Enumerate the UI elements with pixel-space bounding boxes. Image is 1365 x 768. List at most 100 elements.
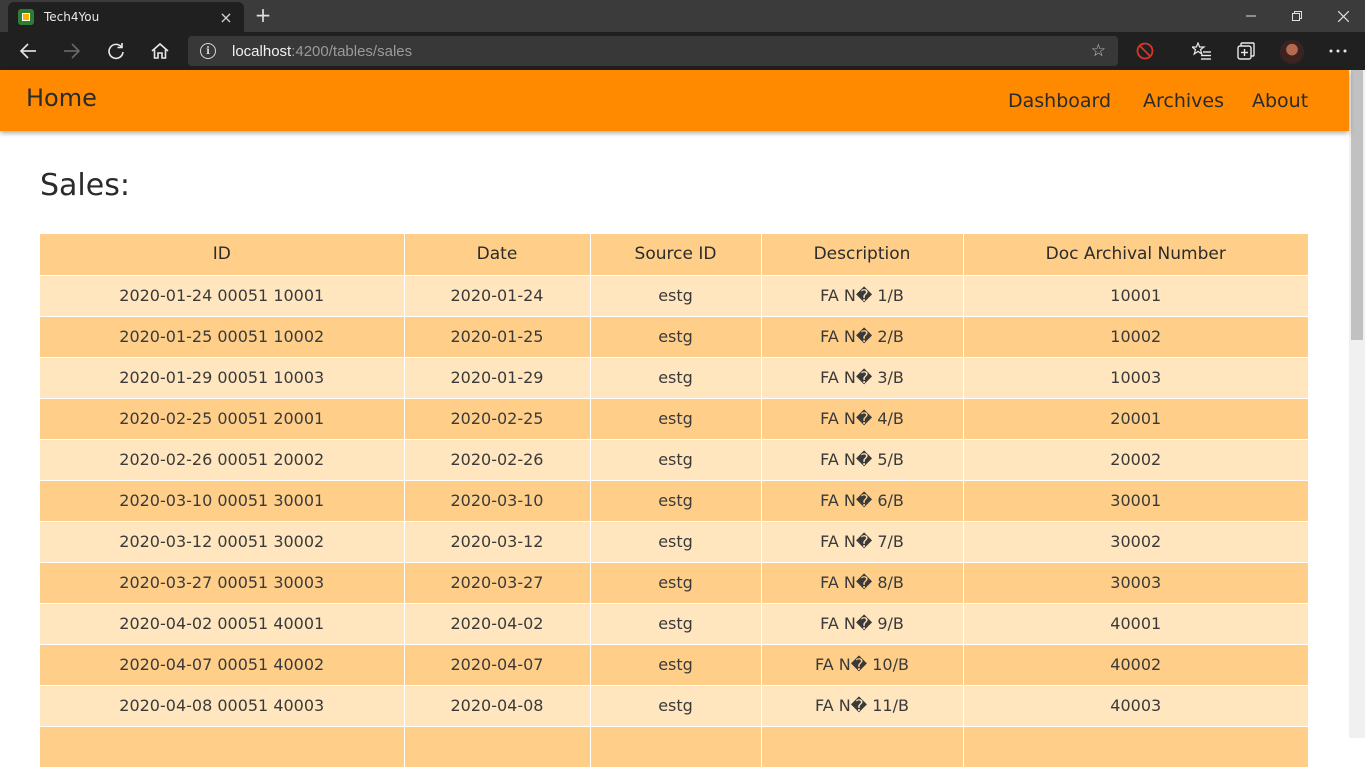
cell-id: 2020-01-24 00051 10001: [40, 275, 405, 317]
cell-date: 2020-04-02: [404, 603, 591, 645]
cell-source-id: estg: [590, 357, 762, 399]
sales-table: ID Date Source ID Description Doc Archiv…: [40, 234, 1308, 768]
cell-date: 2020-03-27: [404, 562, 591, 604]
favorites-list-icon[interactable]: [1190, 39, 1214, 63]
forward-arrow-icon[interactable]: [60, 39, 84, 63]
back-arrow-icon[interactable]: [16, 39, 40, 63]
table-row: 2020-04-02 00051 40001 2020-04-02 estg FA N…: [40, 603, 1308, 645]
refresh-icon[interactable]: [104, 39, 128, 63]
cell-description: FA N� 8/B: [761, 562, 964, 604]
cell-description: FA N� 9/B: [761, 603, 964, 645]
home-brand-link[interactable]: Home: [26, 84, 97, 112]
cell-source-id: estg: [590, 685, 762, 727]
cell-doc-archival-number: 30001: [963, 480, 1308, 522]
extension-blocker-icon[interactable]: [1133, 39, 1157, 63]
column-header-id: ID: [40, 234, 405, 276]
close-icon: [1337, 10, 1349, 22]
nav-link-archives[interactable]: Archives: [1143, 90, 1224, 112]
scrollbar-thumb[interactable]: [1351, 70, 1363, 340]
home-icon[interactable]: [148, 39, 172, 63]
page-scrollbar[interactable]: [1349, 70, 1365, 738]
minimize-window-button[interactable]: [1228, 0, 1274, 32]
cell-date: 2020-03-12: [404, 521, 591, 563]
cell-id: 2020-01-25 00051 10002: [40, 316, 405, 358]
cell-date: [404, 726, 591, 768]
app-favicon-icon: [18, 9, 34, 25]
cell-description: FA N� 3/B: [761, 357, 964, 399]
cell-id: 2020-01-29 00051 10003: [40, 357, 405, 399]
column-header-description: Description: [761, 234, 964, 276]
cell-description: [761, 726, 964, 768]
app-navbar: Home Dashboard Archives About: [0, 70, 1349, 131]
table-row: 2020-01-29 00051 10003 2020-01-29 estg FA N…: [40, 357, 1308, 399]
sales-table-container: ID Date Source ID Description Doc Archiv…: [40, 234, 1308, 768]
table-row: 2020-04-07 00051 40002 2020-04-07 estg FA N…: [40, 644, 1308, 686]
table-header-row: ID Date Source ID Description Doc Archiv…: [40, 234, 1308, 276]
restore-window-button[interactable]: [1274, 0, 1320, 32]
table-row: 2020-03-12 00051 30002 2020-03-12 estg FA N…: [40, 521, 1308, 563]
cell-id: [40, 726, 405, 768]
cell-doc-archival-number: 10001: [963, 275, 1308, 317]
cell-id: 2020-04-02 00051 40001: [40, 603, 405, 645]
cell-date: 2020-04-08: [404, 685, 591, 727]
more-options-icon[interactable]: [1326, 39, 1350, 63]
cell-id: 2020-03-12 00051 30002: [40, 521, 405, 563]
cell-date: 2020-01-24: [404, 275, 591, 317]
cell-date: 2020-04-07: [404, 644, 591, 686]
cell-doc-archival-number: 20001: [963, 398, 1308, 440]
cell-date: 2020-03-10: [404, 480, 591, 522]
browser-toolbar: i localhost:4200/tables/sales ☆: [0, 32, 1365, 70]
profile-avatar[interactable]: [1280, 40, 1304, 64]
table-row: 2020-03-10 00051 30001 2020-03-10 estg FA N…: [40, 480, 1308, 522]
cell-id: 2020-02-25 00051 20001: [40, 398, 405, 440]
cell-id: 2020-03-27 00051 30003: [40, 562, 405, 604]
cell-description: FA N� 10/B: [761, 644, 964, 686]
cell-doc-archival-number: [963, 726, 1308, 768]
cell-source-id: estg: [590, 521, 762, 563]
cell-description: FA N� 1/B: [761, 275, 964, 317]
url-host: localhost: [232, 42, 292, 60]
cell-description: FA N� 4/B: [761, 398, 964, 440]
table-row: 2020-02-26 00051 20002 2020-02-26 estg FA N…: [40, 439, 1308, 481]
cell-description: FA N� 11/B: [761, 685, 964, 727]
table-row: 2020-01-25 00051 10002 2020-01-25 estg FA N…: [40, 316, 1308, 358]
new-tab-button[interactable]: +: [252, 4, 274, 26]
browser-tab[interactable]: Tech4You ×: [8, 2, 244, 32]
cell-date: 2020-02-25: [404, 398, 591, 440]
cell-source-id: estg: [590, 480, 762, 522]
browser-titlebar: Tech4You × +: [0, 0, 1365, 32]
cell-source-id: [590, 726, 762, 768]
cell-description: FA N� 7/B: [761, 521, 964, 563]
cell-doc-archival-number: 30003: [963, 562, 1308, 604]
cell-doc-archival-number: 40001: [963, 603, 1308, 645]
nav-link-dashboard[interactable]: Dashboard: [1008, 90, 1111, 112]
cell-id: 2020-03-10 00051 30001: [40, 480, 405, 522]
close-window-button[interactable]: [1320, 0, 1365, 32]
cell-source-id: estg: [590, 316, 762, 358]
minimize-icon: [1246, 15, 1256, 17]
address-bar[interactable]: i localhost:4200/tables/sales ☆: [188, 36, 1118, 66]
cell-source-id: estg: [590, 603, 762, 645]
site-info-icon[interactable]: i: [200, 43, 216, 59]
column-header-date: Date: [404, 234, 591, 276]
cell-id: 2020-04-07 00051 40002: [40, 644, 405, 686]
table-row: 2020-04-08 00051 40003 2020-04-08 estg FA N…: [40, 685, 1308, 727]
cell-doc-archival-number: 30002: [963, 521, 1308, 563]
table-body: 2020-01-24 00051 10001 2020-01-24 estg FA N…: [40, 275, 1308, 768]
favorite-star-icon[interactable]: ☆: [1091, 41, 1106, 61]
table-row: [40, 726, 1308, 768]
column-header-doc-archival-number: Doc Archival Number: [963, 234, 1308, 276]
cell-description: FA N� 5/B: [761, 439, 964, 481]
cell-description: FA N� 2/B: [761, 316, 964, 358]
close-tab-icon[interactable]: ×: [218, 8, 234, 27]
collections-icon[interactable]: [1234, 39, 1258, 63]
cell-doc-archival-number: 40003: [963, 685, 1308, 727]
nav-link-about[interactable]: About: [1252, 90, 1308, 112]
url-path: :4200/tables/sales: [291, 42, 413, 60]
cell-date: 2020-02-26: [404, 439, 591, 481]
cell-source-id: estg: [590, 398, 762, 440]
cell-id: 2020-04-08 00051 40003: [40, 685, 405, 727]
page-title: Sales:: [40, 168, 130, 203]
cell-doc-archival-number: 40002: [963, 644, 1308, 686]
restore-icon: [1292, 11, 1302, 21]
